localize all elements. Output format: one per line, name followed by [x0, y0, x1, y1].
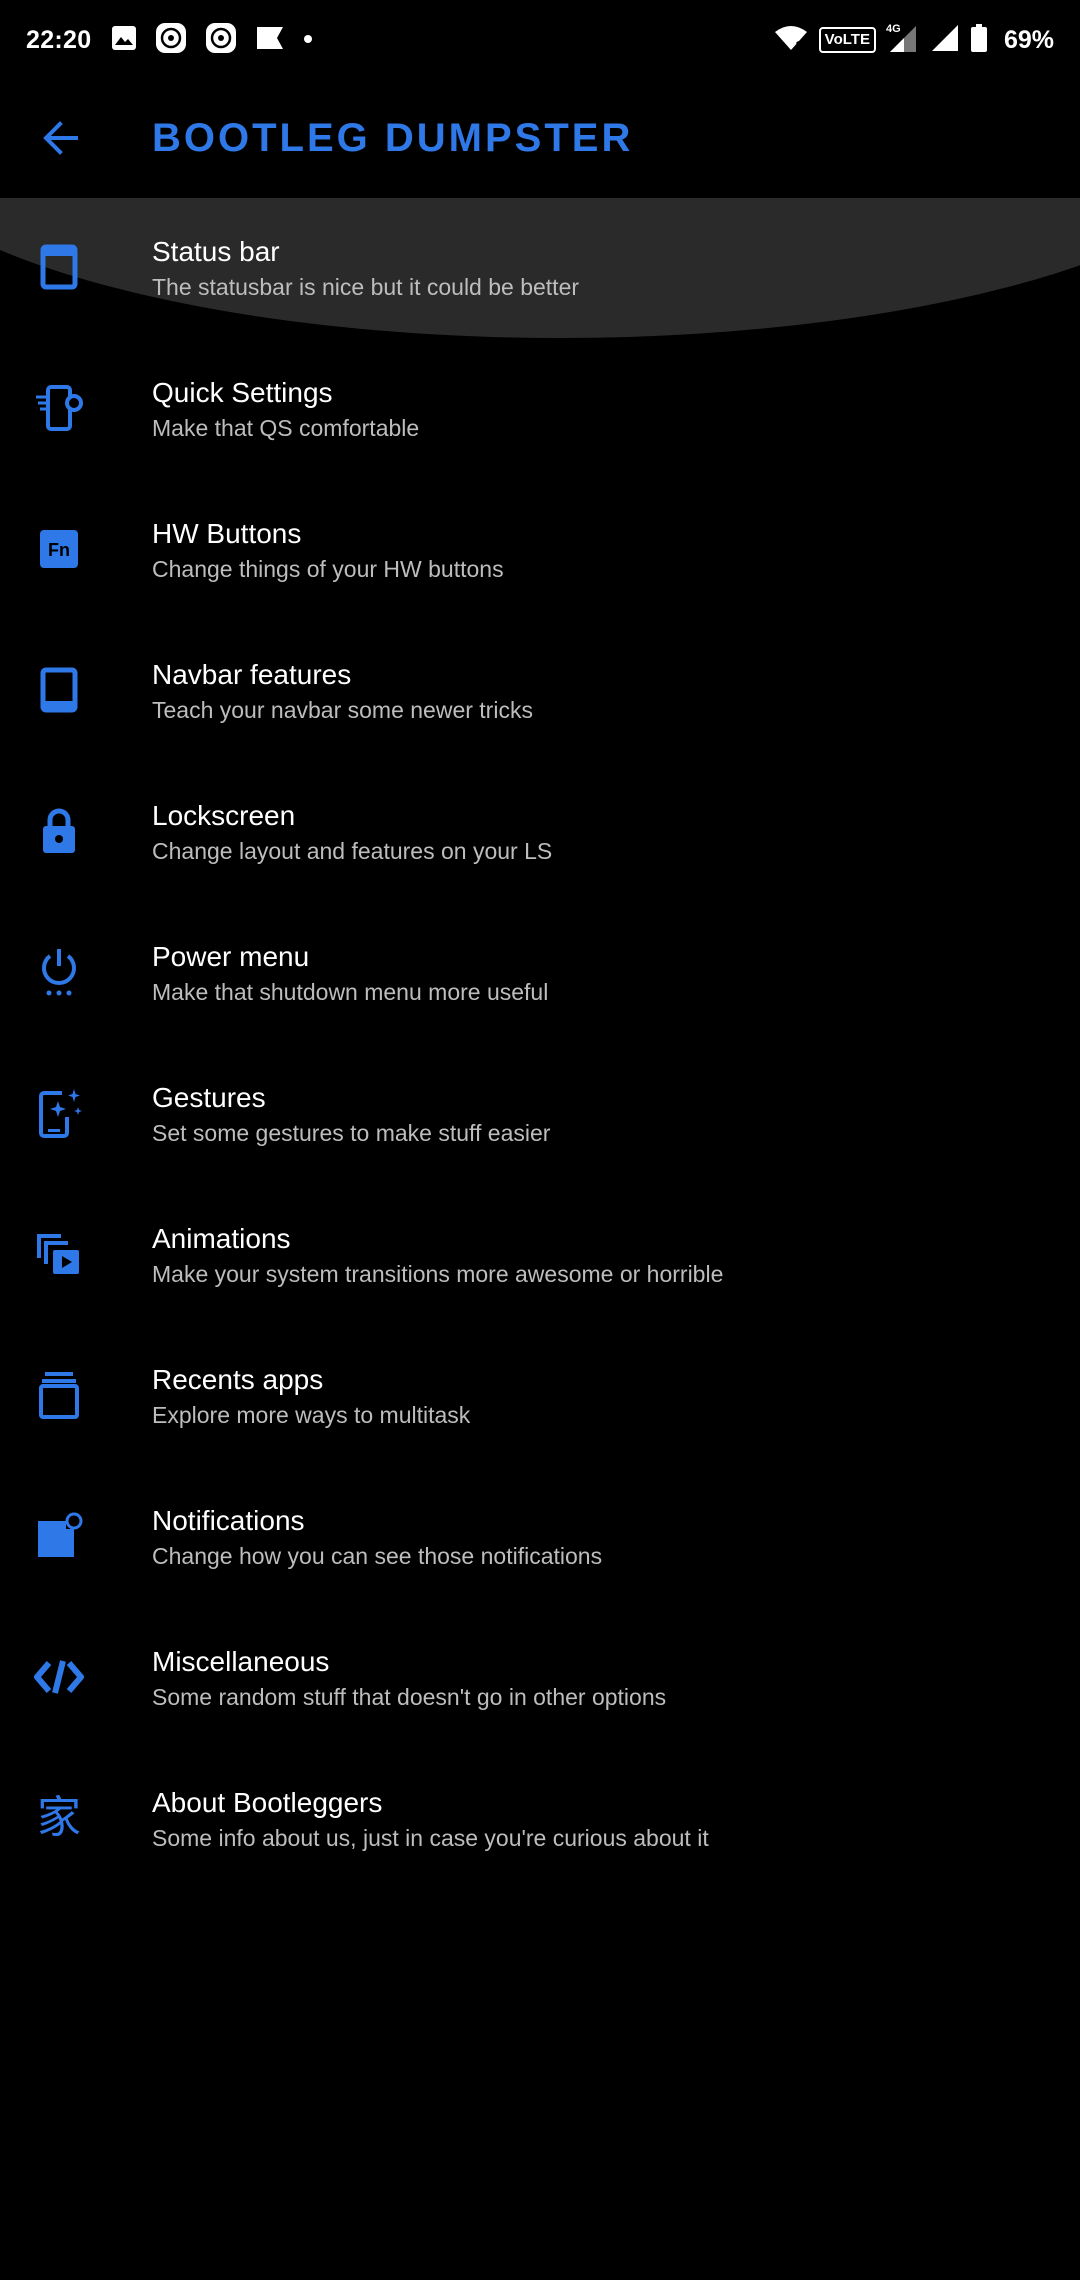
image-icon: [111, 25, 137, 56]
menu-item-title: Status bar: [152, 236, 280, 267]
menu-item-subtitle: Change things of your HW buttons: [152, 556, 504, 582]
menu-item-subtitle: Change how you can see those notificatio…: [152, 1543, 603, 1569]
menu-item-title: Quick Settings: [152, 377, 333, 408]
menu-item-subtitle: Make that QS comfortable: [152, 415, 420, 441]
menu-item-subtitle: Teach your navbar some newer tricks: [152, 697, 533, 723]
menu-item-hw-buttons[interactable]: Fn HW Buttons Change things of your HW b…: [0, 480, 1080, 621]
arrow-back-icon: [40, 118, 80, 163]
app-badge-icon: [155, 22, 187, 59]
battery-percent: 69%: [1003, 25, 1054, 54]
menu-item-title: Miscellaneous: [152, 1646, 330, 1677]
fn-key-icon: Fn: [30, 520, 88, 578]
menu-item-title: Power menu: [152, 941, 310, 972]
status-right: VoLTE 4G 69%: [773, 22, 1054, 59]
dot-icon: [303, 31, 313, 49]
menu-item-navbar-features[interactable]: Navbar features Teach your navbar some n…: [0, 621, 1080, 762]
menu-item-subtitle: Make that shutdown menu more useful: [152, 979, 549, 1005]
menu-item-subtitle: Some random stuff that doesn't go in oth…: [152, 1684, 667, 1710]
network-type-label: 4G: [886, 23, 901, 35]
menu-item-gestures[interactable]: Gestures Set some gestures to make stuff…: [0, 1044, 1080, 1185]
status-bar: 22:20 VoLTE 4G 69%: [0, 0, 1080, 80]
menu-item-animations[interactable]: Animations Make your system transitions …: [0, 1185, 1080, 1326]
menu-item-miscellaneous[interactable]: Miscellaneous Some random stuff that doe…: [0, 1608, 1080, 1749]
menu-item-subtitle: Some info about us, just in case you're …: [152, 1825, 709, 1851]
menu-item-title: About Bootleggers: [152, 1787, 383, 1818]
notification-icons: [111, 22, 313, 59]
quick-settings-icon: [30, 379, 88, 437]
home-glyph-label: 家: [37, 1792, 81, 1843]
notifications-icon: [30, 1507, 88, 1565]
signal-icon: [930, 23, 960, 58]
menu-item-status-bar[interactable]: Status bar The statusbar is nice but it …: [0, 198, 1080, 339]
menu-item-subtitle: Set some gestures to make stuff easier: [152, 1120, 551, 1146]
app-bar: BOOTLEG DUMPSTER: [0, 80, 1080, 198]
menu-item-title: Recents apps: [152, 1364, 324, 1395]
menu-item-title: Gestures: [152, 1082, 266, 1113]
lock-icon: [30, 802, 88, 860]
menu-item-title: Notifications: [152, 1505, 305, 1536]
navbar-icon: [30, 661, 88, 719]
menu-item-quick-settings[interactable]: Quick Settings Make that QS comfortable: [0, 339, 1080, 480]
menu-item-subtitle: The statusbar is nice but it could be be…: [152, 274, 580, 300]
power-menu-icon: [30, 943, 88, 1001]
code-icon: [30, 1648, 88, 1706]
app-badge-icon: [205, 22, 237, 59]
menu-item-subtitle: Explore more ways to multitask: [152, 1402, 471, 1428]
battery-icon: [970, 23, 988, 58]
status-bar-icon: [30, 238, 88, 296]
recents-icon: [30, 1366, 88, 1424]
menu-item-title: Navbar features: [152, 659, 352, 690]
menu-item-lockscreen[interactable]: Lockscreen Change layout and features on…: [0, 762, 1080, 903]
back-button[interactable]: [30, 110, 90, 170]
settings-list: Status bar The statusbar is nice but it …: [0, 198, 1080, 1948]
flag-icon: [255, 25, 285, 56]
animations-icon: [30, 1225, 88, 1283]
fn-key-label: Fn: [48, 540, 70, 560]
status-time: 22:20: [26, 25, 92, 54]
menu-item-subtitle: Change layout and features on your LS: [152, 838, 553, 864]
menu-item-recents-apps[interactable]: Recents apps Explore more ways to multit…: [0, 1326, 1080, 1467]
menu-item-notifications[interactable]: Notifications Change how you can see tho…: [0, 1467, 1080, 1608]
menu-item-title: HW Buttons: [152, 518, 302, 549]
gestures-icon: [30, 1084, 88, 1142]
menu-item-about-bootleggers[interactable]: 家 About Bootleggers Some info about us, …: [0, 1749, 1080, 1890]
wifi-icon: [773, 24, 809, 57]
volte-badge: VoLTE: [818, 27, 876, 53]
menu-item-title: Lockscreen: [152, 800, 296, 831]
menu-item-title: Animations: [152, 1223, 291, 1254]
menu-item-subtitle: Make your system transitions more awesom…: [152, 1261, 724, 1287]
page-title: BOOTLEG DUMPSTER: [152, 116, 634, 160]
home-glyph-icon: 家: [30, 1789, 88, 1847]
menu-item-power-menu[interactable]: Power menu Make that shutdown menu more …: [0, 903, 1080, 1044]
signal-4g-icon: 4G: [886, 22, 920, 59]
